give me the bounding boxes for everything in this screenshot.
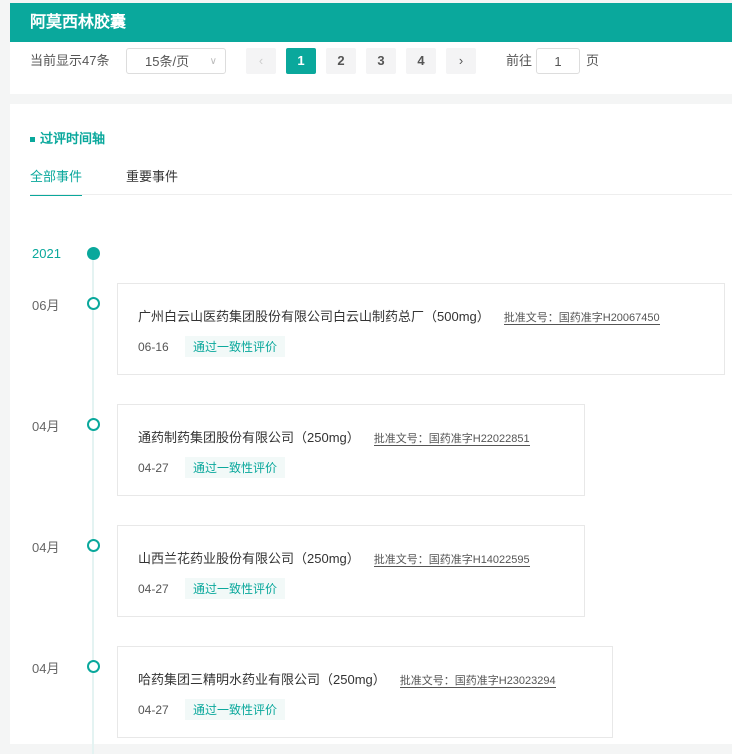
company-name: 山西兰花药业股份有限公司（250mg）	[138, 551, 360, 566]
event-date: 04-27	[138, 582, 169, 596]
timeline-card: 过评时间轴 全部事件 重要事件 2021 06月 广州白云山医药集团股份有限公司…	[10, 104, 732, 754]
page-suffix: 页	[586, 53, 600, 68]
event-tag: 通过一致性评价	[185, 578, 286, 599]
goto-page-input[interactable]: 1	[536, 48, 580, 74]
tab-important-events[interactable]: 重要事件	[126, 166, 178, 194]
page-4-button[interactable]: 4	[406, 48, 436, 74]
company-name: 通药制药集团股份有限公司（250mg）	[138, 430, 360, 445]
page-2-button[interactable]: 2	[326, 48, 356, 74]
pagination: 当前显示47条 15条/页 ∨ ‹ 1 2 3 4 › 前往 1 页	[10, 42, 732, 94]
next-page-button[interactable]: ›	[446, 48, 476, 74]
approval-number-link[interactable]: 批准文号：国药准字H23023294	[399, 675, 556, 688]
year-dot-icon	[87, 247, 100, 260]
event-date: 06-16	[138, 340, 169, 354]
event-month: 04月	[32, 661, 60, 676]
tab-all-events[interactable]: 全部事件	[30, 166, 83, 196]
company-name: 哈药集团三精明水药业有限公司（250mg）	[138, 672, 386, 687]
timeline-line	[92, 254, 94, 754]
approval-number-link[interactable]: 批准文号：国药准字H22022851	[373, 433, 530, 446]
tab-divider	[30, 194, 732, 195]
month-dot-icon	[87, 418, 100, 431]
event-month: 04月	[32, 540, 60, 555]
company-name: 广州白云山医药集团股份有限公司白云山制药总厂（500mg）	[138, 309, 490, 324]
page-size-value: 15条/页	[145, 54, 190, 69]
month-dot-icon	[87, 297, 100, 310]
goto-label: 前往	[506, 53, 533, 68]
timeline-year: 2021	[32, 246, 61, 261]
section-title: 过评时间轴	[30, 128, 105, 147]
event-tag: 通过一致性评价	[185, 699, 286, 720]
event-tag: 通过一致性评价	[185, 336, 286, 357]
chevron-down-icon: ∨	[209, 56, 217, 67]
page-size-select[interactable]: 15条/页 ∨	[126, 48, 226, 74]
month-dot-icon	[87, 539, 100, 552]
page-3-button[interactable]: 3	[366, 48, 396, 74]
event-month: 06月	[32, 298, 60, 313]
event-month: 04月	[32, 419, 60, 434]
prev-page-button[interactable]: ‹	[246, 48, 276, 74]
event-date: 04-27	[138, 703, 169, 717]
event-card: 通药制药集团股份有限公司（250mg） 批准文号：国药准字H22022851 04…	[117, 404, 585, 496]
approval-number-link[interactable]: 批准文号：国药准字H14022595	[373, 554, 530, 567]
event-date: 04-27	[138, 461, 169, 475]
event-tag: 通过一致性评价	[185, 457, 286, 478]
total-count: 当前显示47条	[30, 53, 110, 68]
page-title: 阿莫西林胶囊	[10, 3, 732, 42]
event-card: 哈药集团三精明水药业有限公司（250mg） 批准文号：国药准字H23023294 …	[117, 646, 613, 738]
approval-number-link[interactable]: 批准文号：国药准字H20067450	[503, 312, 660, 325]
event-card: 山西兰花药业股份有限公司（250mg） 批准文号：国药准字H14022595 04…	[117, 525, 585, 617]
page-1-button[interactable]: 1	[286, 48, 316, 74]
month-dot-icon	[87, 660, 100, 673]
event-card: 广州白云山医药集团股份有限公司白云山制药总厂（500mg） 批准文号：国药准字H2…	[117, 283, 725, 375]
